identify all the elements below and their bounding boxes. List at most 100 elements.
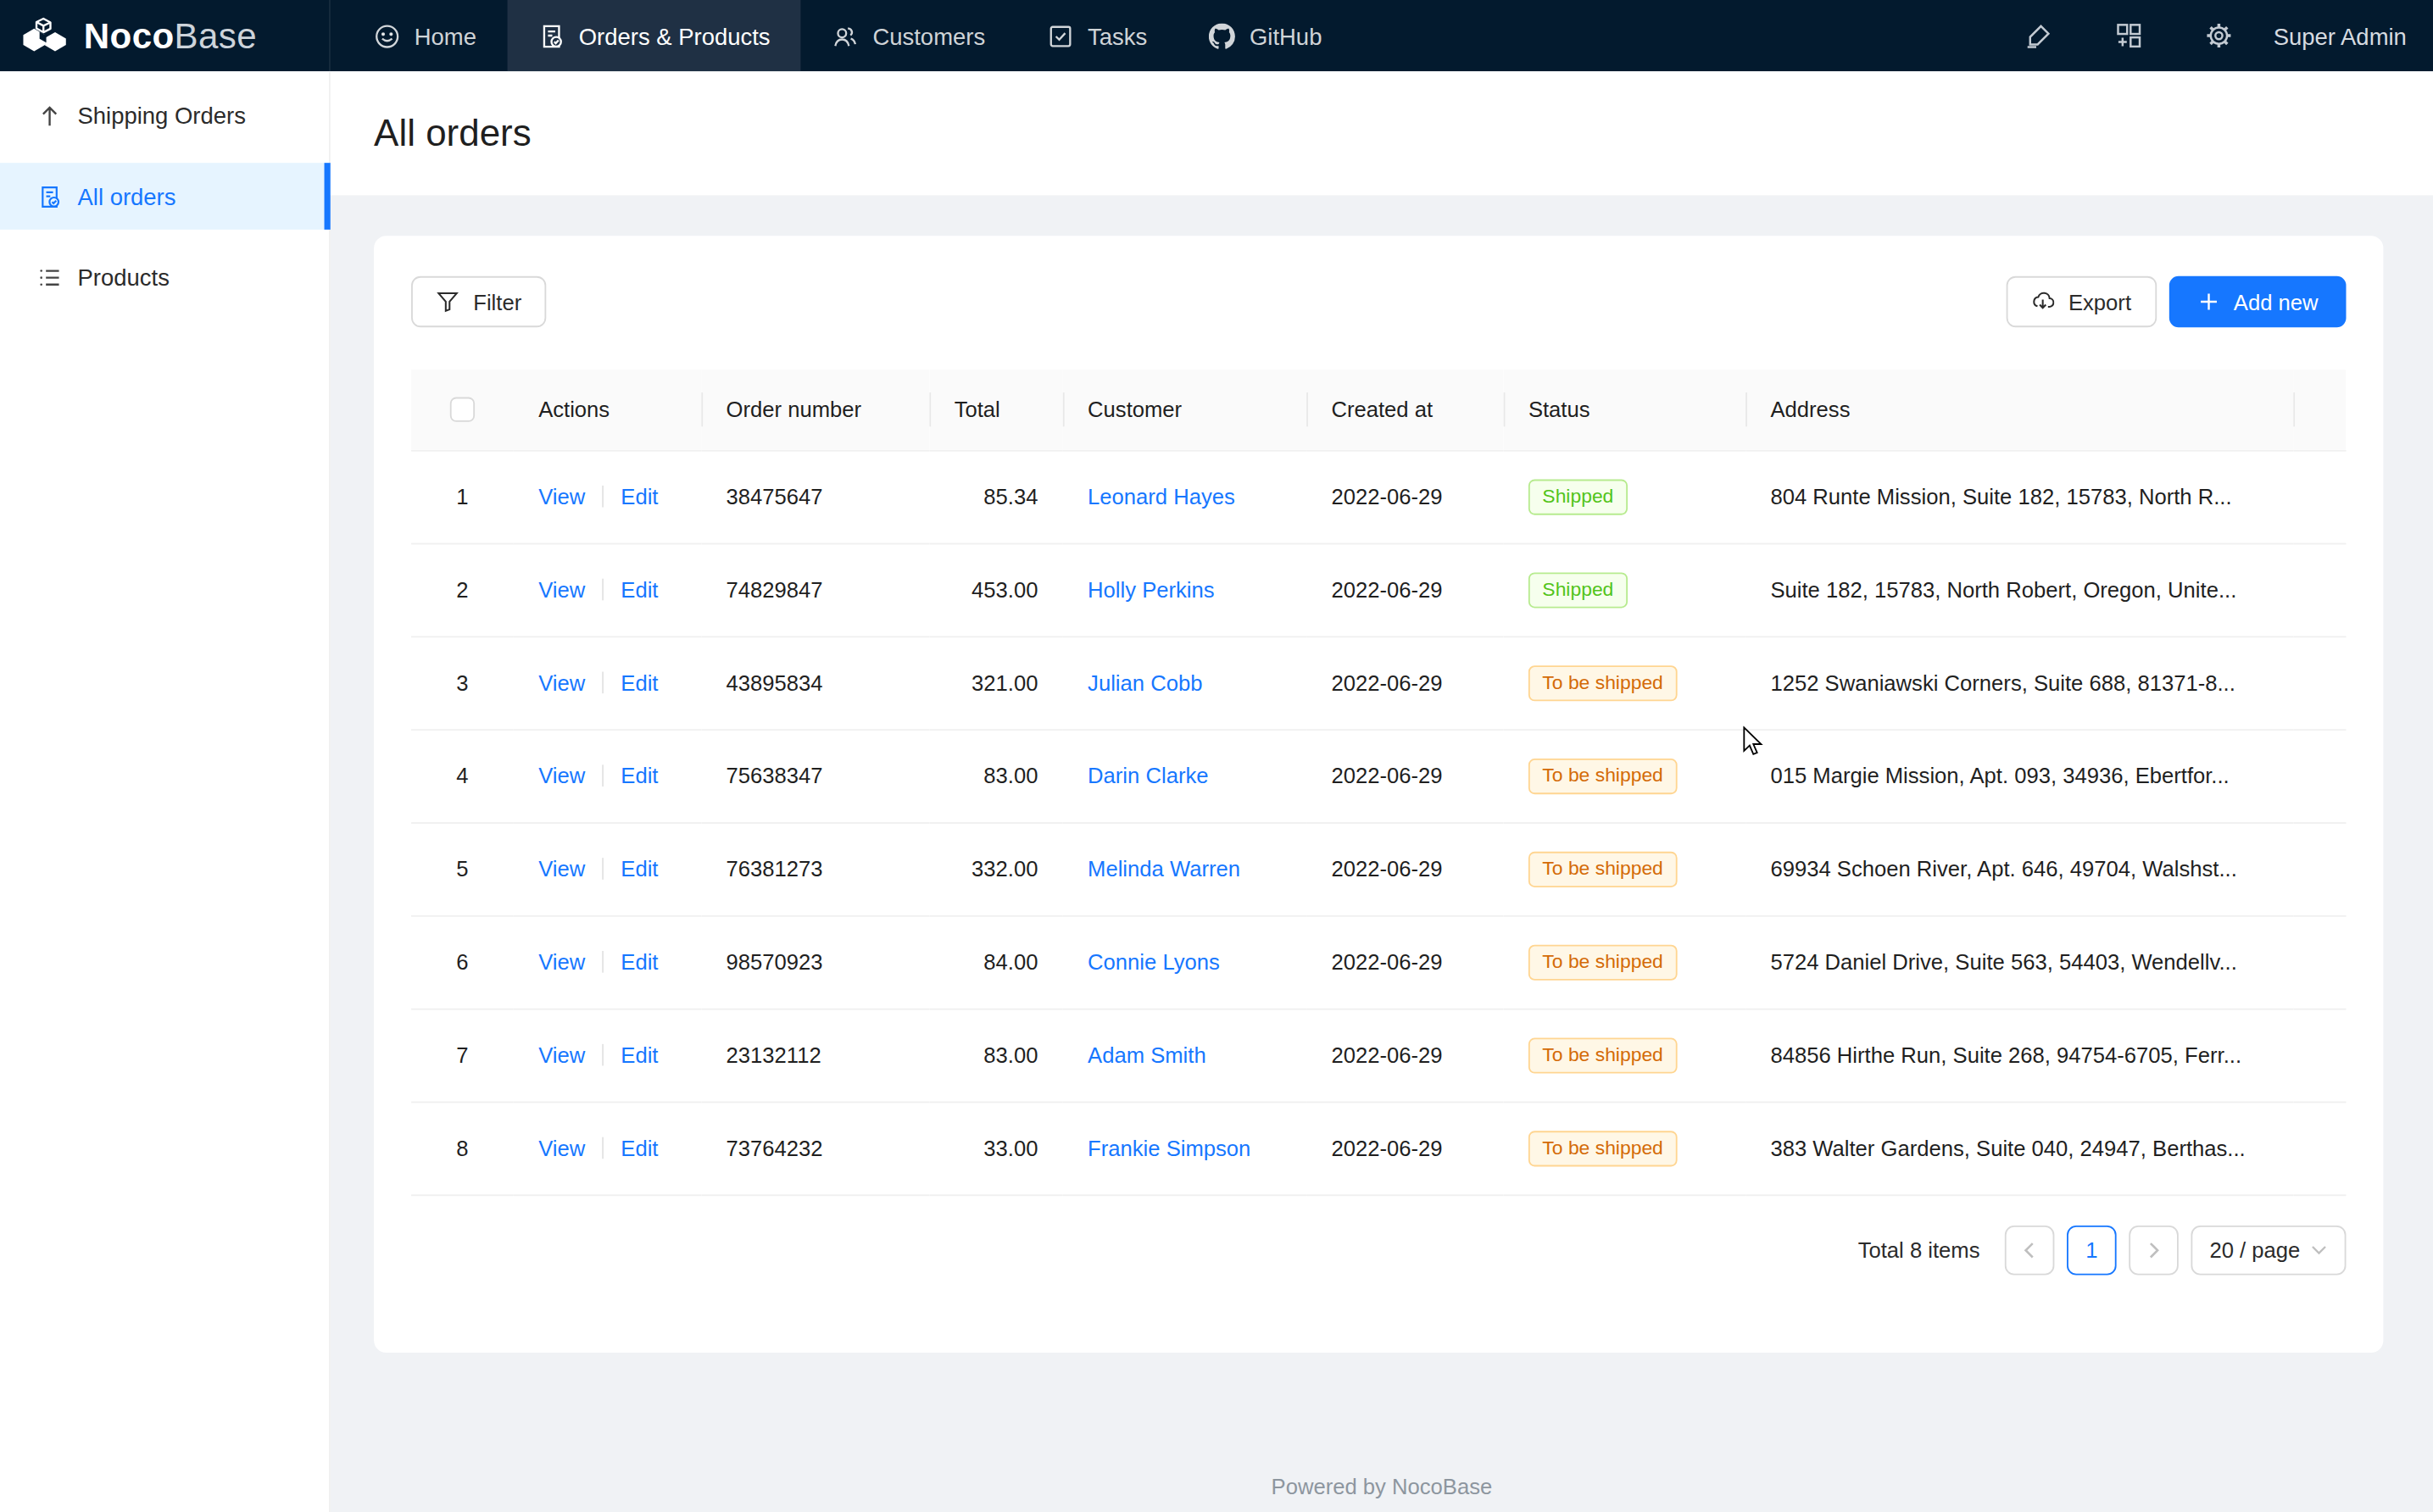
- appstore-add-icon: [2115, 22, 2143, 50]
- orders-table-card: Filter Export Add new: [374, 236, 2383, 1353]
- customer-link[interactable]: Adam Smith: [1088, 1042, 1206, 1067]
- view-link[interactable]: View: [538, 1042, 585, 1067]
- github-icon: [1209, 23, 1235, 49]
- view-link[interactable]: View: [538, 577, 585, 602]
- table-row: 7ViewEdit2313211283.00Adam Smith2022-06-…: [411, 1009, 2346, 1102]
- row-index: 1: [411, 450, 514, 543]
- row-index: 4: [411, 729, 514, 822]
- previous-page-button[interactable]: [2005, 1225, 2055, 1275]
- customer-link[interactable]: Connie Lyons: [1088, 949, 1220, 974]
- status-tag: Shipped: [1528, 571, 1628, 607]
- sidebar-item-all-orders[interactable]: All orders: [0, 163, 329, 230]
- cell-empty: [2293, 450, 2346, 543]
- row-actions: View Edit: [514, 729, 701, 822]
- nav-orders-products[interactable]: Orders & Products: [508, 0, 802, 71]
- cell-created-at: 2022-06-29: [1306, 1009, 1503, 1102]
- brand-wordmark: NocoBase: [84, 14, 257, 56]
- view-link[interactable]: View: [538, 670, 585, 695]
- smile-icon: [374, 23, 400, 49]
- select-all-checkbox[interactable]: [450, 397, 475, 422]
- chevron-left-icon: [2020, 1240, 2039, 1259]
- cell-address: 804 Runte Mission, Suite 182, 15783, Nor…: [1745, 450, 2293, 543]
- cell-created-at: 2022-06-29: [1306, 636, 1503, 729]
- unordered-list-icon: [37, 264, 62, 289]
- highlight-icon: [2025, 22, 2053, 50]
- cell-created-at: 2022-06-29: [1306, 543, 1503, 636]
- customer-link[interactable]: Julian Cobb: [1088, 670, 1202, 695]
- filter-button[interactable]: Filter: [411, 276, 546, 327]
- add-new-button[interactable]: Add new: [2169, 276, 2347, 327]
- view-link[interactable]: View: [538, 856, 585, 881]
- cell-total: 84.00: [929, 915, 1062, 1009]
- topbar: NocoBase Home Orders & Products: [0, 0, 2433, 71]
- action-divider: [602, 672, 604, 694]
- page-1-button[interactable]: 1: [2067, 1225, 2117, 1275]
- customer-link[interactable]: Holly Perkins: [1088, 577, 1215, 602]
- view-link[interactable]: View: [538, 764, 585, 788]
- pagination: Total 8 items 1 20 / page: [411, 1225, 2346, 1275]
- cell-customer: Darin Clarke: [1063, 729, 1306, 822]
- cell-address: Suite 182, 15783, North Robert, Oregon, …: [1745, 543, 2293, 636]
- cell-status: Shipped: [1504, 543, 1746, 636]
- cell-status: To be shipped: [1504, 822, 1746, 915]
- main-content: Filter Export Add new: [331, 196, 2433, 1512]
- nav-customers[interactable]: Customers: [801, 0, 1016, 71]
- cell-empty: [2293, 1009, 2346, 1102]
- edit-link[interactable]: Edit: [621, 670, 658, 695]
- view-link[interactable]: View: [538, 949, 585, 974]
- settings-button[interactable]: [2174, 0, 2264, 71]
- customer-link[interactable]: Leonard Hayes: [1088, 484, 1235, 509]
- cell-total: 83.00: [929, 1009, 1062, 1102]
- edit-link[interactable]: Edit: [621, 484, 658, 509]
- edit-link[interactable]: Edit: [621, 764, 658, 788]
- customer-link[interactable]: Frankie Simpson: [1088, 1136, 1250, 1160]
- nav-github[interactable]: GitHub: [1178, 0, 1353, 71]
- nav-tasks[interactable]: Tasks: [1016, 0, 1178, 71]
- customer-link[interactable]: Darin Clarke: [1088, 764, 1208, 788]
- cloud-download-icon: [2031, 290, 2054, 313]
- cell-customer: Leonard Hayes: [1063, 450, 1306, 543]
- cell-total: 85.34: [929, 450, 1062, 543]
- customer-link[interactable]: Melinda Warren: [1088, 856, 1240, 881]
- page-title: All orders: [374, 112, 532, 155]
- table-row: 4ViewEdit7563834783.00Darin Clarke2022-0…: [411, 729, 2346, 822]
- cell-customer: Melinda Warren: [1063, 822, 1306, 915]
- row-index: 2: [411, 543, 514, 636]
- cell-customer: Connie Lyons: [1063, 915, 1306, 1009]
- next-page-button[interactable]: [2129, 1225, 2179, 1275]
- app-root: NocoBase Home Orders & Products: [0, 0, 2433, 1512]
- status-tag: To be shipped: [1528, 1130, 1677, 1165]
- plugin-blocks-button[interactable]: [2084, 0, 2174, 71]
- row-actions: View Edit: [514, 1102, 701, 1195]
- file-done-icon: [538, 23, 565, 49]
- cell-status: Shipped: [1504, 450, 1746, 543]
- table-row: 8ViewEdit7376423233.00Frankie Simpson202…: [411, 1102, 2346, 1195]
- sidebar-item-shipping-orders[interactable]: Shipping Orders: [0, 82, 329, 149]
- status-tag: To be shipped: [1528, 664, 1677, 700]
- edit-link[interactable]: Edit: [621, 949, 658, 974]
- view-link[interactable]: View: [538, 484, 585, 509]
- row-index: 8: [411, 1102, 514, 1195]
- chevron-right-icon: [2145, 1240, 2163, 1259]
- cell-empty: [2293, 729, 2346, 822]
- export-button[interactable]: Export: [2007, 276, 2157, 327]
- user-menu[interactable]: Super Admin: [2274, 23, 2407, 49]
- row-actions: View Edit: [514, 915, 701, 1009]
- powered-by: Powered by NocoBase: [331, 1474, 2433, 1498]
- highlight-button[interactable]: [1994, 0, 2084, 71]
- page-size-select[interactable]: 20 / page: [2191, 1225, 2346, 1275]
- cell-total: 33.00: [929, 1102, 1062, 1195]
- edit-link[interactable]: Edit: [621, 577, 658, 602]
- view-link[interactable]: View: [538, 1136, 585, 1160]
- cell-total: 453.00: [929, 543, 1062, 636]
- edit-link[interactable]: Edit: [621, 1042, 658, 1067]
- cell-address: 5724 Daniel Drive, Suite 563, 54403, Wen…: [1745, 915, 2293, 1009]
- mouse-cursor: [1742, 726, 1776, 760]
- cell-order-number: 38475647: [701, 450, 929, 543]
- sidebar-item-products[interactable]: Products: [0, 243, 329, 310]
- nav-home[interactable]: Home: [343, 0, 508, 71]
- edit-link[interactable]: Edit: [621, 856, 658, 881]
- brand-logo[interactable]: NocoBase: [0, 0, 331, 71]
- status-tag: To be shipped: [1528, 758, 1677, 793]
- edit-link[interactable]: Edit: [621, 1136, 658, 1160]
